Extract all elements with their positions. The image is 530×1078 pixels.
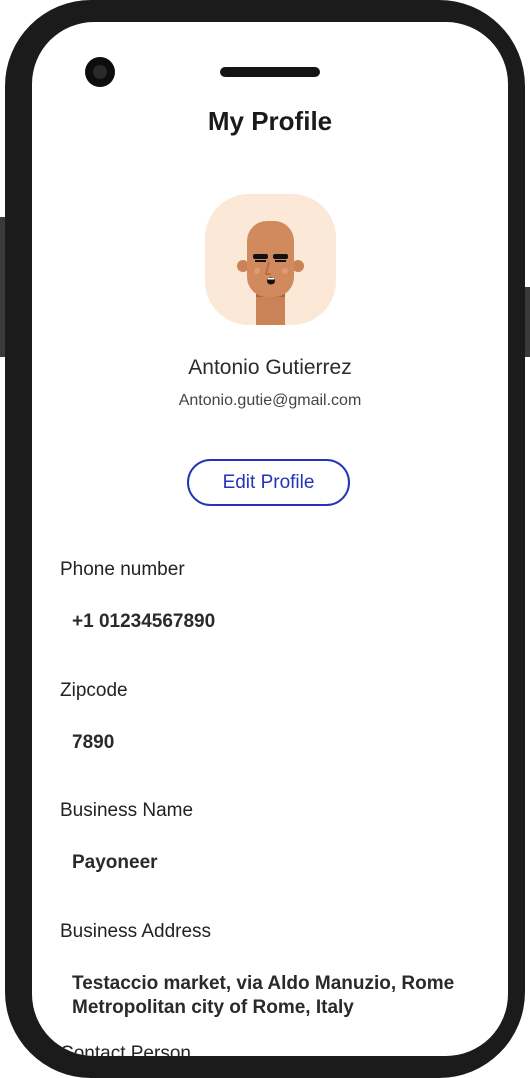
contact-person-label: Contact Person xyxy=(60,1043,191,1056)
device-mockup: My Profile Antonio Gutierrez Antonio.gut… xyxy=(0,0,530,1078)
speaker-grille xyxy=(220,67,320,77)
business-address-line-1: Testaccio market, via Aldo Manuzio, Rome xyxy=(72,973,455,994)
phone-number-label: Phone number xyxy=(60,559,185,580)
business-address-line-2: Metropolitan city of Rome, Italy xyxy=(72,997,354,1018)
avatar xyxy=(205,194,336,325)
page-title: My Profile xyxy=(207,106,333,136)
phone-frame: My Profile Antonio Gutierrez Antonio.gut… xyxy=(5,0,525,1078)
business-name-label: Business Name xyxy=(60,800,194,821)
user-name: Antonio Gutierrez xyxy=(188,356,352,379)
person-avatar-icon xyxy=(237,221,304,325)
zipcode-value: 7890 xyxy=(72,732,115,753)
front-camera-icon xyxy=(85,57,115,87)
zipcode-label: Zipcode xyxy=(60,680,128,701)
profile-screen: My Profile Antonio Gutierrez Antonio.gut… xyxy=(32,22,508,1056)
phone-number-value: +1 01234567890 xyxy=(72,611,216,632)
business-name-value: Payoneer xyxy=(72,852,158,873)
business-address-label: Business Address xyxy=(60,921,212,942)
edit-profile-button[interactable]: Edit Profile xyxy=(187,459,350,506)
user-email: Antonio.gutie@gmail.com xyxy=(178,392,362,409)
business-address-value: Testaccio market, via Aldo Manuzio, Rome… xyxy=(72,972,492,1020)
